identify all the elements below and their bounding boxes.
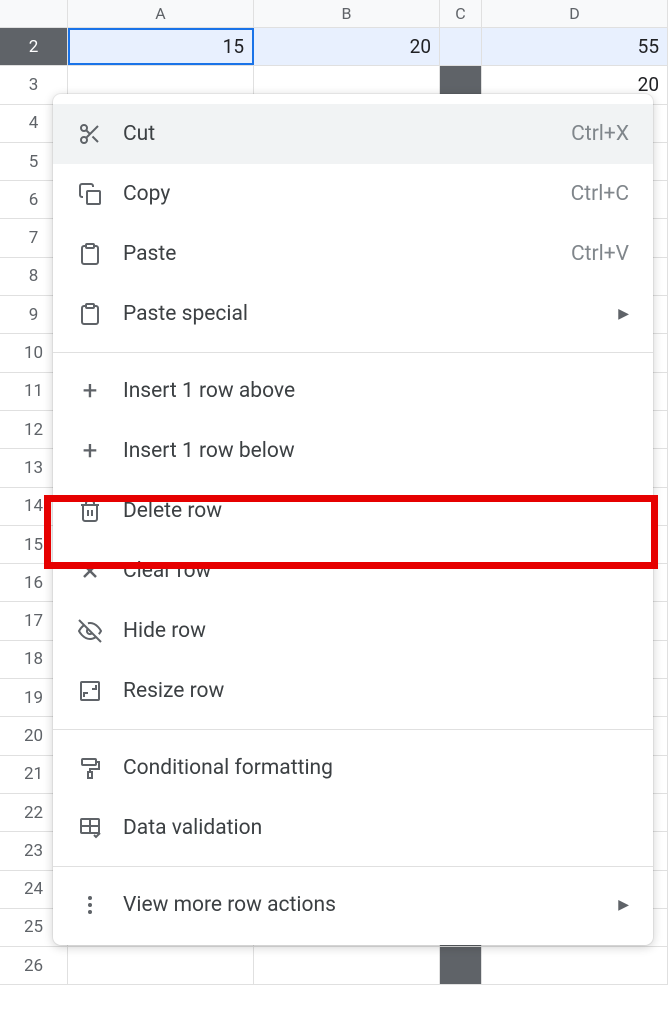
menu-conditional-formatting[interactable]: Conditional formatting xyxy=(53,738,653,798)
menu-paste-special-label: Paste special xyxy=(123,302,618,326)
menu-view-more[interactable]: View more row actions ▶ xyxy=(53,875,653,935)
menu-insert-below-label: Insert 1 row below xyxy=(123,439,629,463)
menu-delete-row-label: Delete row xyxy=(123,499,629,523)
menu-insert-below[interactable]: + Insert 1 row below xyxy=(53,421,653,481)
plus-icon: + xyxy=(77,378,103,404)
menu-copy-shortcut: Ctrl+C xyxy=(571,182,629,206)
menu-paste-label: Paste xyxy=(123,242,571,266)
menu-resize-row[interactable]: Resize row xyxy=(53,661,653,721)
paste-icon xyxy=(77,241,103,267)
submenu-arrow-icon: ▶ xyxy=(618,306,629,322)
copy-icon xyxy=(77,181,103,207)
col-header-d[interactable]: D xyxy=(482,0,668,27)
menu-insert-above-label: Insert 1 row above xyxy=(123,379,629,403)
context-menu: Cut Ctrl+X Copy Ctrl+C Paste Ctrl+V Past… xyxy=(53,94,653,945)
menu-hide-row[interactable]: Hide row xyxy=(53,601,653,661)
menu-data-validation[interactable]: Data validation xyxy=(53,798,653,858)
menu-view-more-label: View more row actions xyxy=(123,893,618,917)
resize-icon xyxy=(77,678,103,704)
menu-divider xyxy=(53,352,653,353)
menu-divider xyxy=(53,866,653,867)
col-header-b[interactable]: B xyxy=(254,0,440,27)
paste-special-icon xyxy=(77,301,103,327)
menu-resize-row-label: Resize row xyxy=(123,679,629,703)
menu-conditional-formatting-label: Conditional formatting xyxy=(123,756,629,780)
menu-paste[interactable]: Paste Ctrl+V xyxy=(53,224,653,284)
menu-paste-shortcut: Ctrl+V xyxy=(571,242,629,266)
menu-data-validation-label: Data validation xyxy=(123,816,629,840)
column-headers: A B C D xyxy=(0,0,668,28)
col-header-a[interactable]: A xyxy=(68,0,254,27)
menu-copy[interactable]: Copy Ctrl+C xyxy=(53,164,653,224)
data-validation-icon xyxy=(77,815,103,841)
eye-off-icon xyxy=(77,618,103,644)
row-header-2[interactable]: 2 xyxy=(0,28,68,65)
more-vertical-icon xyxy=(77,892,103,918)
col-header-c[interactable]: C xyxy=(440,0,482,27)
row-26: 26 xyxy=(0,947,668,985)
cell-d2[interactable]: 55 xyxy=(482,28,668,65)
row-2: 2 15 20 55 xyxy=(0,28,668,66)
cut-icon xyxy=(77,121,103,147)
menu-copy-label: Copy xyxy=(123,182,571,206)
cell-c2[interactable] xyxy=(440,28,482,65)
menu-hide-row-label: Hide row xyxy=(123,619,629,643)
menu-cut[interactable]: Cut Ctrl+X xyxy=(53,104,653,164)
menu-cut-label: Cut xyxy=(123,122,571,146)
menu-paste-special[interactable]: Paste special ▶ xyxy=(53,284,653,344)
menu-delete-row[interactable]: Delete row xyxy=(53,481,653,541)
menu-insert-above[interactable]: + Insert 1 row above xyxy=(53,361,653,421)
corner-cell[interactable] xyxy=(0,0,68,27)
menu-cut-shortcut: Ctrl+X xyxy=(571,122,629,146)
menu-divider xyxy=(53,729,653,730)
menu-clear-row-label: Clear row xyxy=(123,559,629,583)
submenu-arrow-icon: ▶ xyxy=(618,897,629,913)
trash-icon xyxy=(77,498,103,524)
close-icon xyxy=(77,558,103,584)
paint-roller-icon xyxy=(77,755,103,781)
menu-clear-row[interactable]: Clear row xyxy=(53,541,653,601)
plus-icon: + xyxy=(77,438,103,464)
row-header-26[interactable]: 26 xyxy=(0,947,68,984)
cell-a2[interactable]: 15 xyxy=(68,28,254,65)
cell-b2[interactable]: 20 xyxy=(254,28,440,65)
